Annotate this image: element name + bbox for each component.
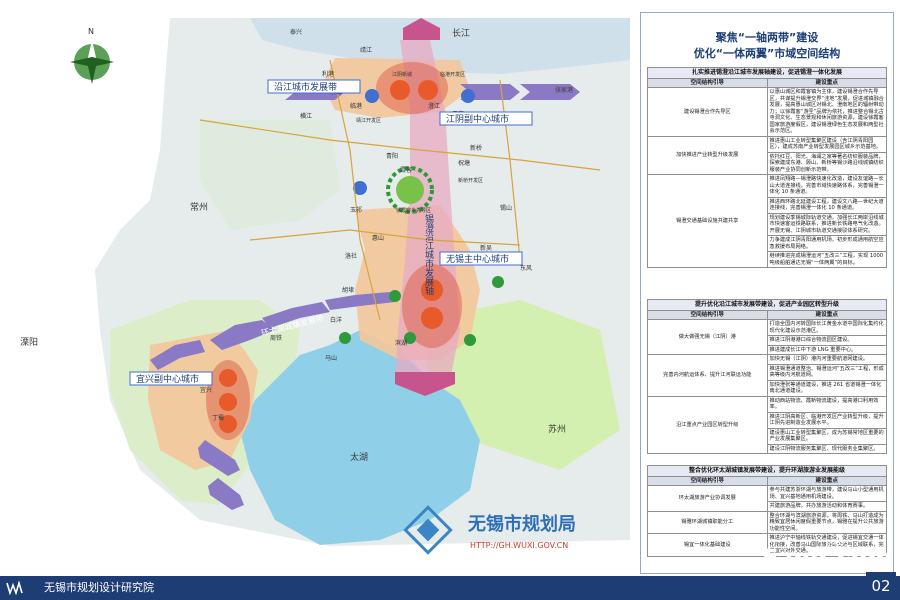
label-huishan: 惠山 [372, 234, 384, 242]
section-1-col1: 空间结构引导 [647, 77, 768, 89]
watermark-url: HTTP://GH.WUXI.GOV.CN [470, 541, 568, 550]
section-1-guide: 锡澄交通基础设施共建共享 [647, 174, 768, 269]
section-2-col2: 建设重点 [766, 309, 887, 321]
section-3-point: 整合环湖与滨湖旅游资源，将周铁、马山打造成为精致宜居休闲度假重要节点，锡雅在提升… [766, 510, 887, 535]
compass-north: N [88, 27, 94, 36]
planning-map: N 长江 张家港 靖江 泰兴 常州 溧阳 苏州 太湖 马山 丁蜀 宜兴 周铁 白… [0, 0, 640, 576]
label-yixing-center: 宜兴副中心城市 [136, 373, 199, 385]
label-jiangyin-hub: 江阴新城 [392, 71, 412, 78]
section-2-point: 建设惠山工业转型集聚区，成为苏锡常地区重要的产业发展集聚区。 [766, 427, 887, 445]
section-2-col1: 空间结构引导 [647, 309, 768, 321]
label-ligang: 利港 [322, 70, 334, 78]
section-1-point: 推进西环路北延建设工程，建设文八路—世纪大道连接线，完善锡澄一体化 10 条通道… [766, 196, 887, 214]
label-chengjiang: 澄江 [428, 102, 440, 110]
panel-title-line1: 聚焦“一轴两带”建设 [715, 31, 819, 44]
label-binhu: 滨湖 [395, 339, 407, 347]
label-changjiang: 长江 [452, 27, 470, 39]
section-3-guide: 环太湖旅游产业协调发展 [647, 485, 768, 512]
section-1-col2: 建设重点 [766, 77, 887, 89]
label-zhutang: 祝塘 [458, 159, 470, 167]
label-hudai: 胡埭 [342, 286, 354, 294]
section-3-caption: 整合优化环太湖城镇发展带建设，提升环湖旅游业发展能级 [647, 465, 887, 477]
section-2-guide: 沿江重点产业园区转型升级 [647, 395, 768, 455]
label-jingjiang-sub: 靖江开发区 [356, 117, 381, 124]
section-1-table: 扎实推进锡澄沿江城市发展轴建设，促进锡澄一体化发展 空间结构引导 建设重点 建设锡… [647, 67, 887, 269]
section-2-point: 加快无锡（江阴）港内河重要航道网建设。 [766, 354, 887, 365]
section-2-point: 推进江阴高新区、临港开发区产业转型升级，提升江阴先进制造业发展水平。 [766, 411, 887, 429]
panel-title-line2: 优化“一体两翼”市域空间结构 [693, 47, 841, 60]
section-2-point: 打造全国内河转国际长江黄金水道中国际化集约化现代化建设示范港区。 [766, 319, 887, 337]
info-panel: 聚焦“一轴两带”建设 优化“一体两翼”市域空间结构 扎实推进锡澄沿江城市发展轴建… [640, 12, 894, 574]
section-1-point: 依托红豆、阳光、海澜之家等著名纺织服装品牌，探索建成东港、顾山、新桥等锡沙路沿线… [766, 151, 887, 176]
label-jingjiang: 靖江 [360, 46, 372, 54]
label-xinqiao: 新桥 [470, 144, 482, 152]
label-changzhou: 常州 [190, 201, 208, 213]
label-bailong: 白洋 [330, 316, 342, 324]
section-2-point: 推进江阴港港口综合物流园区建设。 [766, 335, 887, 346]
section-1-guide: 建设锡澄合作先导区 [647, 87, 768, 137]
section-3-point: 共建旅游品牌，共办旅游活动和体育赛事。 [766, 501, 887, 512]
section-1-guide: 加快推进产业转型升级发展 [647, 135, 768, 176]
footer-org: 无锡市规划设计研究院 [44, 581, 154, 594]
label-zhangjiagang: 张家港 [555, 86, 573, 94]
institute-logo-icon [6, 581, 23, 595]
section-2-guide: 完善内河航运体系、提升江河联运功能 [647, 354, 768, 397]
section-3-point: 参与共建苏浙环湖与旅游带，建设马山小型通用机场、宜兴基地通用机场建设。 [766, 485, 887, 503]
section-1-point: 以惠山城区和霞客镇为主体，建设锡澄合作先导区，共谋提升锡澄交界“洼地”发展，促进… [766, 87, 887, 137]
label-yixing: 宜兴 [200, 386, 212, 394]
label-xuxiake-qianyuan: 徐霞客乡先导区 [396, 207, 431, 214]
section-1-point: 推进惠山工业转型集聚区建设（含江阴青阳园区），建成苏南产业转型发展园区城乡示范基… [766, 135, 887, 153]
label-yuqi: 玉祁 [350, 206, 362, 214]
label-mashan: 马山 [325, 354, 337, 362]
section-2-guide: 做大做强无锡（江阴）港 [647, 319, 768, 356]
section-1-point: 继续推进完成锡澄运河“五改三”工程，实现 1000 吨级船舶通达无锡“一体两翼”… [766, 251, 887, 269]
label-liyang: 溧阳 [20, 337, 38, 348]
label-xinwu: 新吴 [480, 244, 492, 252]
label-taihu: 太湖 [350, 451, 368, 463]
section-1-caption: 扎实推进锡澄沿江城市发展轴建设，促进锡澄一体化发展 [647, 67, 887, 79]
watermark-org: 无锡市规划局 [468, 513, 576, 535]
section-1-point: 力争建成江阴青阳通用机场，初步形成通用航空应急救援布局网络。 [766, 235, 887, 253]
label-dingshu: 丁蜀 [212, 415, 224, 422]
section-1-point: 推进凤翔路—锡澄路快速化改造，建设友谊路—长山大道连接线，完善市域快速路体系，完… [766, 174, 887, 198]
brand-watermark-sub: 房天下 [825, 541, 849, 550]
label-main-axis: 锡澄沿江城市发展轴 [423, 214, 434, 296]
section-2-point: 建设江阴物流服务集聚区、现代服务业集聚区。 [766, 444, 887, 455]
label-wuxi-center: 无锡主中心城市 [446, 253, 509, 265]
label-luoshe: 洛社 [345, 252, 357, 260]
section-2-table: 提升优化沿江城市发展带建设，促进产业园区转型升级 空间结构引导 建设重点 做大做强… [647, 299, 887, 455]
section-2-caption: 提升优化沿江城市发展带建设，促进产业园区转型升级 [647, 299, 887, 311]
section-3-guide: 锡雅环湖城镇职能分工 [647, 510, 768, 535]
label-qingyang: 青阳 [386, 152, 398, 160]
label-jiangyin-center: 江阴副中心城市 [446, 113, 509, 125]
label-lingang: 临港 [350, 102, 362, 110]
xuxiake-core [396, 176, 424, 204]
label-xinqiao-park: 新桥开发区 [458, 177, 483, 184]
section-2-point: 推动西站物流、霞新物流建设，提高港口利用效率。 [766, 395, 887, 413]
section-2-point: 推进建成长江中下游 LNG 重要中心。 [766, 345, 887, 356]
section-2-point: 推进锡澄通道整治、锡澄运河“五改三”工程，形成高等级内河航道网。 [766, 363, 887, 381]
section-3-col1: 空间结构引导 [647, 475, 768, 487]
label-yanjiang-belt: 沿江城市发展带 [274, 81, 337, 93]
section-1-point: 规划建设季锡城际轨道交通，加强长江两岸沿线城市快速客运铁路联系，推进新长铁路电气… [766, 212, 887, 237]
label-taixing: 泰兴 [290, 28, 302, 36]
section-3-guide: 锡宜一体化基础建设 [647, 533, 768, 557]
section-3-col2: 建设重点 [766, 475, 887, 487]
label-yanjiang-port: 临港开发区 [440, 71, 465, 78]
label-xishan: 锡山 [500, 204, 512, 212]
label-suzhou: 苏州 [548, 423, 566, 435]
footer-bar: 无锡市规划设计研究院 [0, 576, 900, 600]
section-2-point: 加快澄张等通道建设，推进 261 省道锡澄一体化南北通道建设。 [766, 379, 887, 397]
label-xiake: 霞客 [400, 166, 412, 174]
label-hengjiang: 横江 [300, 112, 312, 120]
page-number: 02 [866, 572, 896, 600]
